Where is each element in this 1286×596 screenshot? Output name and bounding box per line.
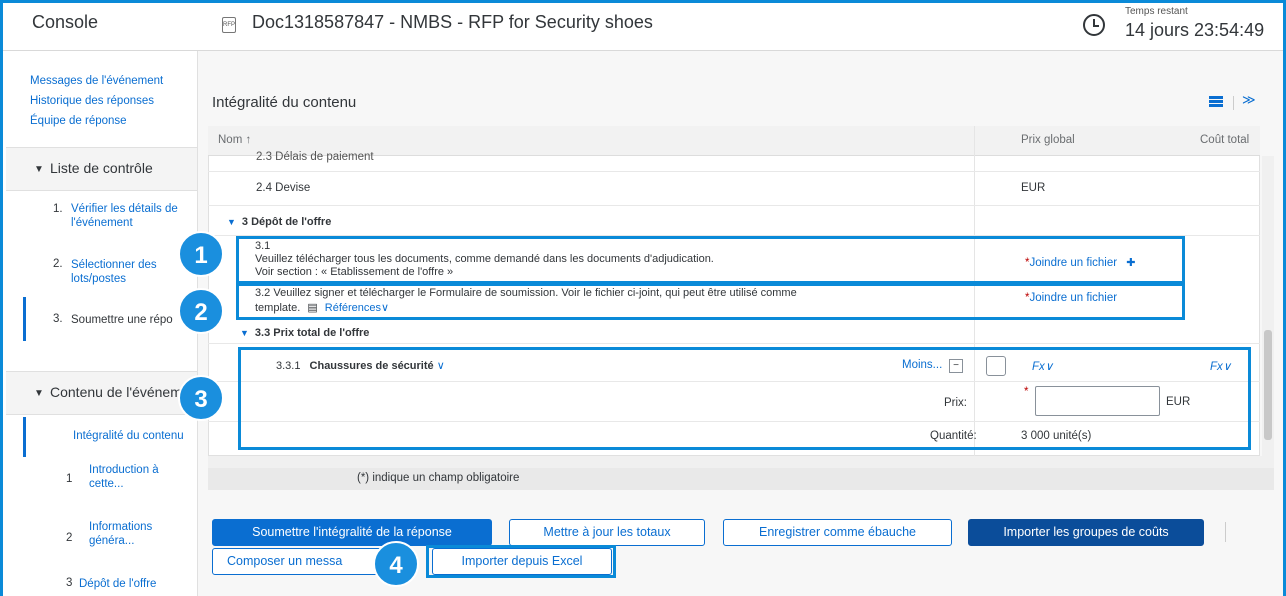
content-item-num: 2 xyxy=(66,532,73,544)
import-cost-groups-button[interactable]: Importer les groupes de coûts xyxy=(968,519,1204,546)
checklist-item-verify[interactable]: Vérifier les détails de l'événement xyxy=(71,202,178,230)
row-label: 2.3 Délais de paiement xyxy=(256,151,374,163)
row-label: 2.4 Devise xyxy=(256,182,311,194)
step-badge-4: 4 xyxy=(373,541,419,587)
content-item-label: Intégralité du contenu xyxy=(73,430,184,442)
save-draft-button[interactable]: Enregistrer comme ébauche xyxy=(723,519,952,546)
content-item-line: généra... xyxy=(89,535,135,547)
content-item-num: 3 xyxy=(66,577,73,589)
content-item-line: Informations xyxy=(89,521,153,533)
content-item-offer[interactable]: Dépôt de l'offre xyxy=(79,577,156,591)
checklist-num: 2. xyxy=(53,258,63,270)
sidebar: Messages de l'événement Historique des r… xyxy=(3,51,198,596)
content-item-num: 1 xyxy=(66,473,73,485)
app-title[interactable]: Console xyxy=(32,12,98,33)
section-label: 3.3 Prix total de l'offre xyxy=(254,327,370,339)
rfp-doc-icon: RFP xyxy=(222,17,236,33)
sidebar-link-team[interactable]: Équipe de réponse xyxy=(30,115,127,127)
table-view-icon[interactable] xyxy=(1209,96,1223,108)
highlight-box-1 xyxy=(236,236,1185,284)
column-header-cost[interactable]: Coût total xyxy=(1200,134,1249,146)
table-row xyxy=(208,172,1260,206)
checklist-num: 3. xyxy=(53,313,63,325)
checklist-item-line: l'événement xyxy=(71,217,133,229)
highlight-box-2 xyxy=(236,283,1185,320)
checklist-item-line: Sélectionner des xyxy=(71,259,157,271)
checklist-item-selected[interactable]: 3. Soumettre une répo xyxy=(23,297,197,341)
collapse-triangle-icon: ▼ xyxy=(34,388,44,399)
required-note: (*) indique un champ obligatoire xyxy=(357,472,520,484)
update-totals-button[interactable]: Mettre à jour les totaux xyxy=(509,519,705,546)
step-badge-2: 2 xyxy=(178,288,224,334)
collapse-triangle-icon: ▼ xyxy=(34,164,44,175)
section-3-3-header[interactable]: ▼ 3.3 Prix total de l'offre xyxy=(240,327,369,339)
submit-response-button[interactable]: Soumettre l'intégralité de la réponse xyxy=(212,519,492,546)
divider xyxy=(1233,96,1234,110)
checklist-item-submit: Soumettre une répo xyxy=(71,314,173,326)
content-item-line: Introduction à xyxy=(89,464,159,476)
event-content-header[interactable]: ▼ Contenu de l'événem xyxy=(6,371,197,415)
content-title: Intégralité du contenu xyxy=(212,94,357,111)
horizontal-scrollbar[interactable] xyxy=(208,456,1274,468)
event-content-title: Contenu de l'événem xyxy=(50,384,182,400)
content-item-intro[interactable]: Introduction à cette... xyxy=(89,463,159,491)
section-label: 3 Dépôt de l'offre xyxy=(241,216,332,228)
step-badge-1: 1 xyxy=(178,231,224,277)
checklist-header[interactable]: ▼ Liste de contrôle xyxy=(6,147,197,191)
clock-icon xyxy=(1083,14,1105,36)
content-item-line: cette... xyxy=(89,478,124,490)
sidebar-link-messages[interactable]: Messages de l'événement xyxy=(30,75,163,87)
collapse-triangle-icon: ▼ xyxy=(240,328,249,338)
scrollbar-thumb[interactable] xyxy=(1264,330,1272,440)
checklist-title: Liste de contrôle xyxy=(50,160,153,176)
time-remaining-label: Temps restant xyxy=(1125,6,1188,17)
checklist-num: 1. xyxy=(53,203,63,215)
sidebar-link-history[interactable]: Historique des réponses xyxy=(30,95,154,107)
checklist-item-line: Vérifier les détails de xyxy=(71,203,178,215)
content-item-full[interactable]: Intégralité du contenu xyxy=(23,417,197,457)
double-chevron-down-icon[interactable]: ≫ xyxy=(1242,92,1256,108)
content-item-info[interactable]: Informations généra... xyxy=(89,520,152,548)
section-3-header[interactable]: ▼ 3 Dépôt de l'offre xyxy=(227,216,331,228)
table-row xyxy=(208,206,1260,236)
column-header-name[interactable]: Nom ↑ xyxy=(218,134,251,146)
highlight-box-3 xyxy=(238,347,1251,450)
collapse-triangle-icon: ▼ xyxy=(227,217,236,227)
column-header-price[interactable]: Prix global xyxy=(1021,134,1075,146)
highlight-box-4 xyxy=(426,545,616,578)
document-title: Doc1318587847 - NMBS - RFP for Security … xyxy=(252,12,653,32)
time-remaining-value: 14 jours 23:54:49 xyxy=(1125,20,1265,40)
checklist-item-line: lots/postes xyxy=(71,273,126,285)
step-badge-3: 3 xyxy=(178,375,224,421)
checklist-item-select-lots[interactable]: Sélectionner des lots/postes xyxy=(71,258,157,286)
currency-value: EUR xyxy=(1021,182,1046,194)
divider xyxy=(1225,522,1226,542)
